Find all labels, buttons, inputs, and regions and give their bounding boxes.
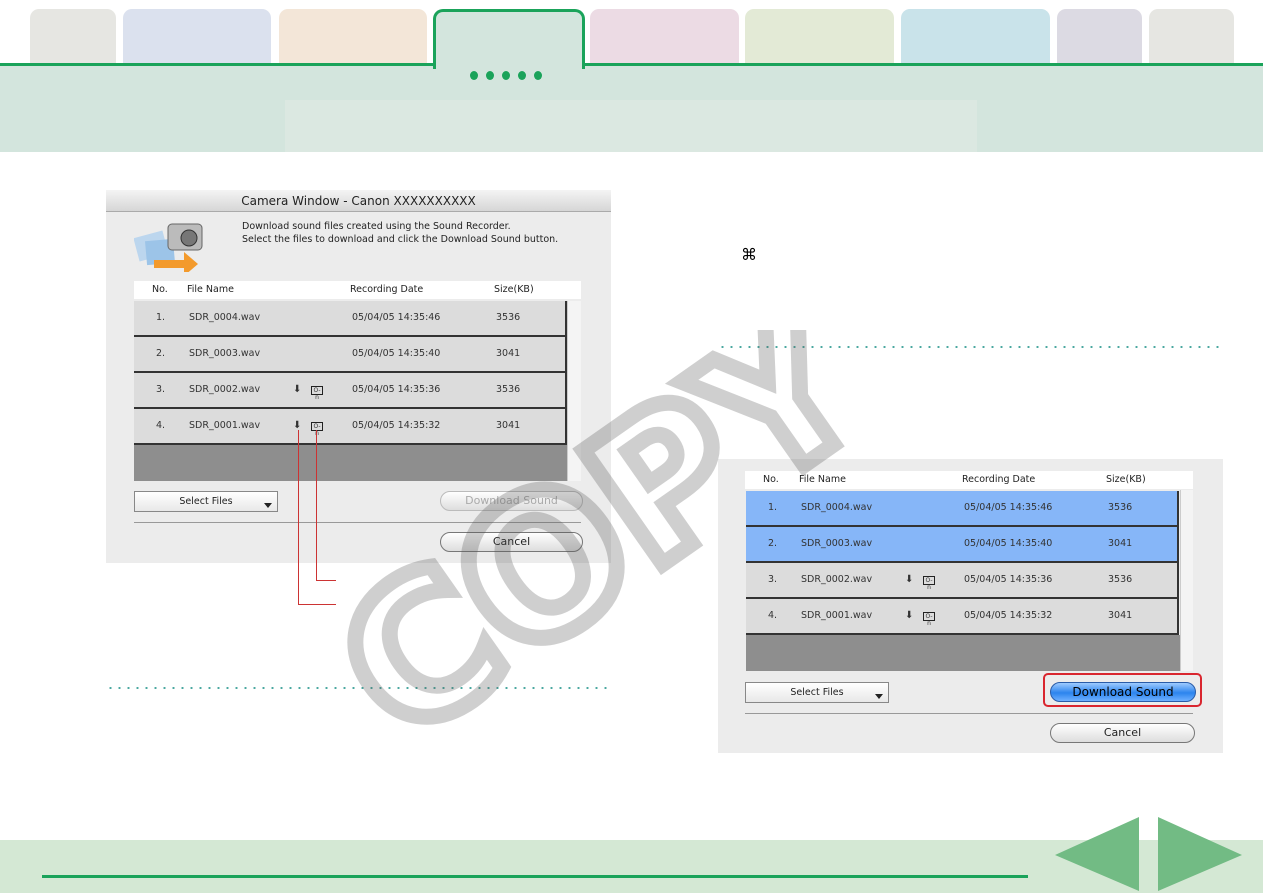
row-size: 3536 — [1108, 502, 1133, 513]
protect-key-icon: O-n — [311, 421, 323, 437]
cancel-button[interactable]: Cancel — [1050, 723, 1195, 743]
tab-1[interactable] — [30, 9, 116, 67]
copy-watermark: COPY — [330, 330, 890, 750]
prev-page-icon[interactable] — [1053, 815, 1141, 893]
header-divider — [0, 63, 1263, 66]
header-title-area — [285, 100, 977, 152]
page-dots — [470, 71, 542, 80]
col-file-name[interactable]: File Name — [187, 281, 234, 299]
callout-line-protect — [316, 430, 317, 580]
row-no: 4. — [156, 420, 166, 431]
tab-3[interactable] — [279, 9, 427, 67]
protect-key-icon: O-n — [923, 611, 935, 627]
chevron-down-icon — [264, 503, 272, 512]
callout-line-download — [298, 430, 299, 604]
col-size[interactable]: Size(KB) — [1106, 471, 1146, 489]
row-file-name: SDR_0001.wav — [189, 420, 261, 431]
footer-line — [42, 875, 1028, 878]
row-date: 05/04/05 14:35:36 — [964, 574, 1053, 585]
protect-key-icon: O-n — [923, 575, 935, 591]
row-file-name: SDR_0004.wav — [189, 312, 261, 323]
tab-active[interactable] — [433, 9, 585, 69]
row-file-name: SDR_0003.wav — [189, 348, 261, 359]
svg-text:COPY: COPY — [330, 330, 890, 750]
next-page-icon[interactable] — [1156, 815, 1244, 893]
row-file-name: SDR_0002.wav — [189, 384, 261, 395]
instruction-line-2: Select the files to download and click t… — [242, 234, 559, 245]
download-arrow-icon: ⬇ — [905, 610, 914, 621]
list-scrollbar[interactable] — [1180, 490, 1193, 671]
col-recording-date[interactable]: Recording Date — [350, 281, 423, 299]
row-date: 05/04/05 14:35:46 — [964, 502, 1053, 513]
download-sound-button[interactable]: Download Sound — [1050, 682, 1196, 702]
tab-6[interactable] — [745, 9, 894, 67]
camera-transfer-icon — [134, 223, 203, 272]
col-size[interactable]: Size(KB) — [494, 281, 534, 299]
tab-5[interactable] — [590, 9, 739, 67]
tab-7[interactable] — [901, 9, 1050, 67]
row-date: 05/04/05 14:35:40 — [964, 538, 1053, 549]
row-size: 3041 — [1108, 538, 1133, 549]
tab-8[interactable] — [1057, 9, 1142, 67]
row-size: 3536 — [1108, 574, 1133, 585]
instruction-line-1: Download sound files created using the S… — [242, 221, 511, 232]
download-arrow-icon: ⬇ — [905, 574, 914, 585]
select-files-dropdown[interactable]: Select Files — [134, 491, 278, 512]
window-title: Camera Window - Canon XXXXXXXXXX — [106, 190, 611, 212]
command-key-symbol: ⌘ — [741, 245, 757, 264]
table-header: No. File Name Recording Date Size(KB) — [134, 281, 581, 299]
col-recording-date[interactable]: Recording Date — [962, 471, 1035, 489]
tab-2[interactable] — [123, 9, 271, 67]
row-no: 1. — [156, 312, 166, 323]
row-date: 05/04/05 14:35:32 — [964, 610, 1053, 621]
download-arrow-icon: ⬇ — [293, 384, 302, 395]
row-no: 2. — [156, 348, 166, 359]
row-size: 3041 — [1108, 610, 1133, 621]
protect-key-icon: O-n — [311, 385, 323, 401]
col-no[interactable]: No. — [152, 281, 168, 299]
row-no: 3. — [156, 384, 166, 395]
tab-9[interactable] — [1149, 9, 1234, 67]
